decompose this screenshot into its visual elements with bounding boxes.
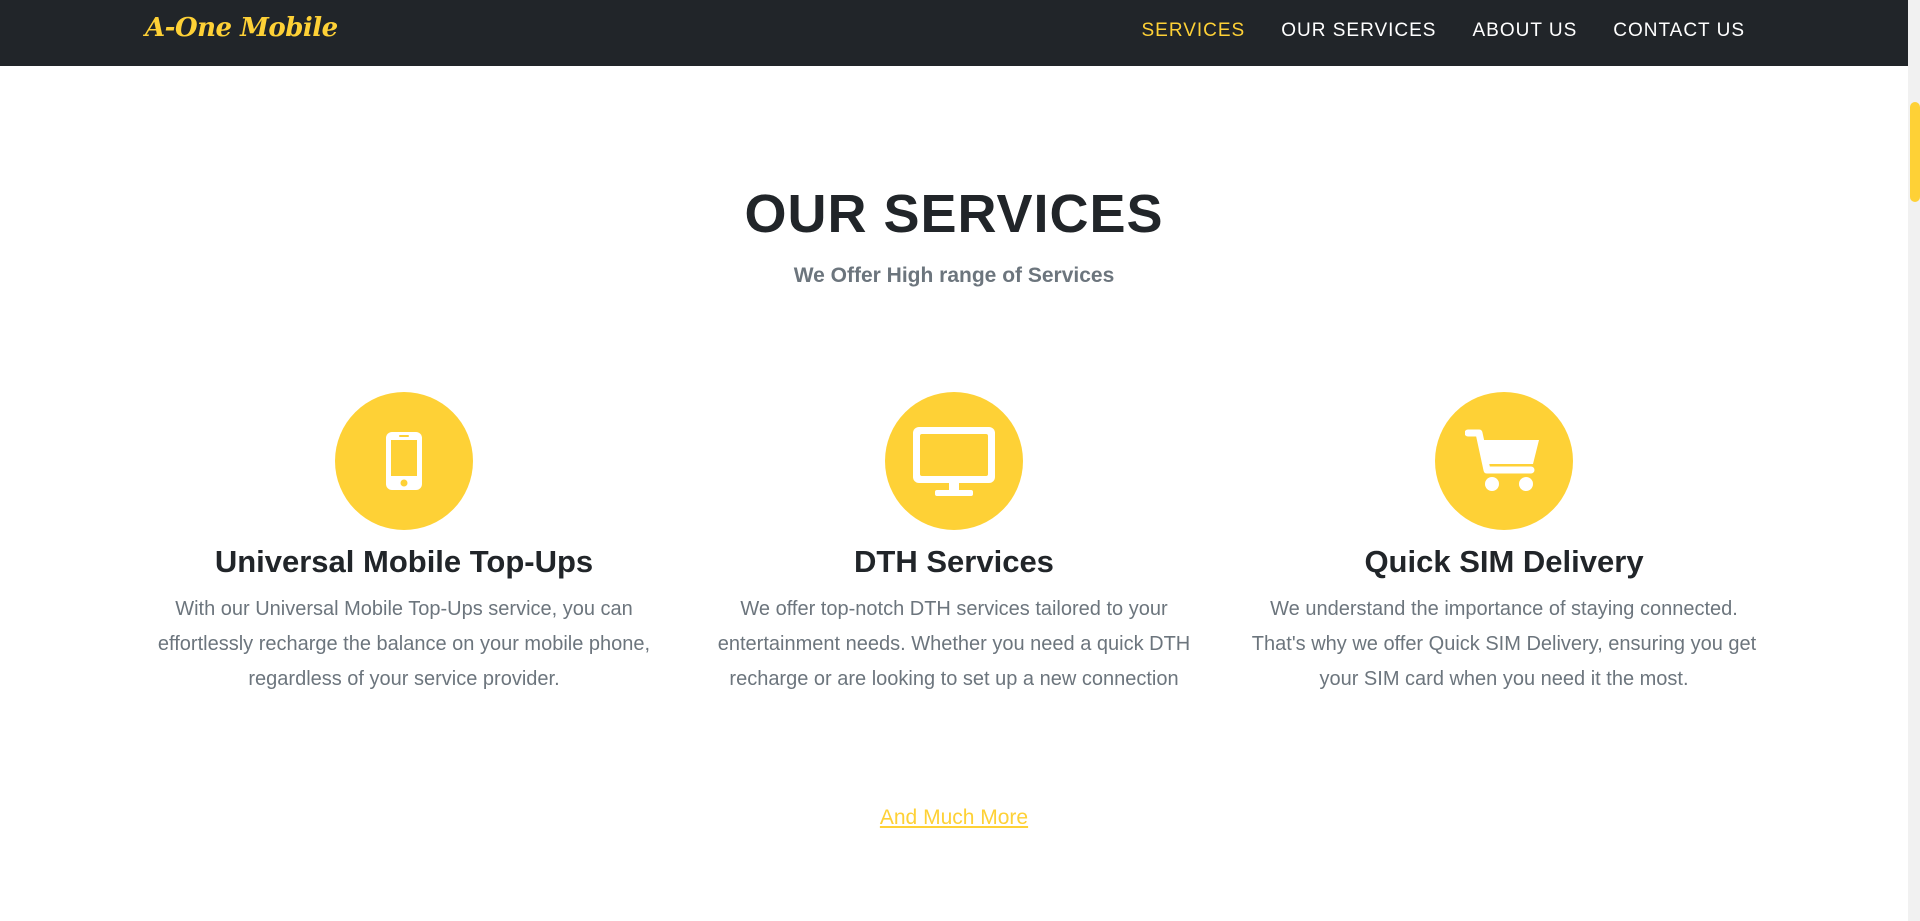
- service-title: Universal Mobile Top-Ups: [214, 544, 594, 579]
- scrollbar-track[interactable]: [1908, 0, 1920, 921]
- service-card-quick-sim-delivery: Quick SIM Delivery We understand the imp…: [1244, 392, 1764, 697]
- and-much-more-link[interactable]: And Much More: [880, 806, 1028, 829]
- nav-item-our-services[interactable]: OUR SERVICES: [1281, 20, 1436, 42]
- nav-item-contact-us[interactable]: CONTACT US: [1613, 20, 1745, 42]
- section-subtitle: We Offer High range of Services: [793, 264, 1115, 287]
- service-description: We understand the importance of staying …: [1251, 598, 1757, 690]
- icon-circle: [885, 392, 1023, 530]
- navbar: A-One Mobile SERVICES OUR SERVICES ABOUT…: [0, 0, 1908, 66]
- shopping-cart-icon: [1465, 429, 1539, 491]
- main-nav: SERVICES OUR SERVICES ABOUT US CONTACT U…: [1141, 20, 1745, 42]
- more-link-container: And Much More: [0, 806, 1908, 830]
- service-title: Quick SIM Delivery: [1364, 544, 1644, 579]
- icon-circle: [335, 392, 473, 530]
- scrollbar-thumb[interactable]: [1910, 102, 1920, 202]
- service-card-mobile-top-ups: Universal Mobile Top-Ups With our Univer…: [144, 392, 664, 697]
- icon-circle: [1435, 392, 1573, 530]
- tv-monitor-icon: [913, 427, 995, 496]
- nav-item-about-us[interactable]: ABOUT US: [1472, 20, 1577, 42]
- brand-logo[interactable]: A-One Mobile: [145, 13, 338, 43]
- service-card-dth: DTH Services We offer top-notch DTH serv…: [694, 392, 1214, 697]
- page: A-One Mobile SERVICES OUR SERVICES ABOUT…: [0, 0, 1920, 921]
- mobile-phone-icon: [386, 432, 422, 490]
- nav-item-services[interactable]: SERVICES: [1141, 20, 1245, 42]
- service-description: We offer top-notch DTH services tailored…: [717, 598, 1191, 690]
- service-title: DTH Services: [854, 544, 1054, 579]
- section-title: OUR SERVICES: [744, 184, 1164, 244]
- service-description: With our Universal Mobile Top-Ups servic…: [157, 598, 651, 690]
